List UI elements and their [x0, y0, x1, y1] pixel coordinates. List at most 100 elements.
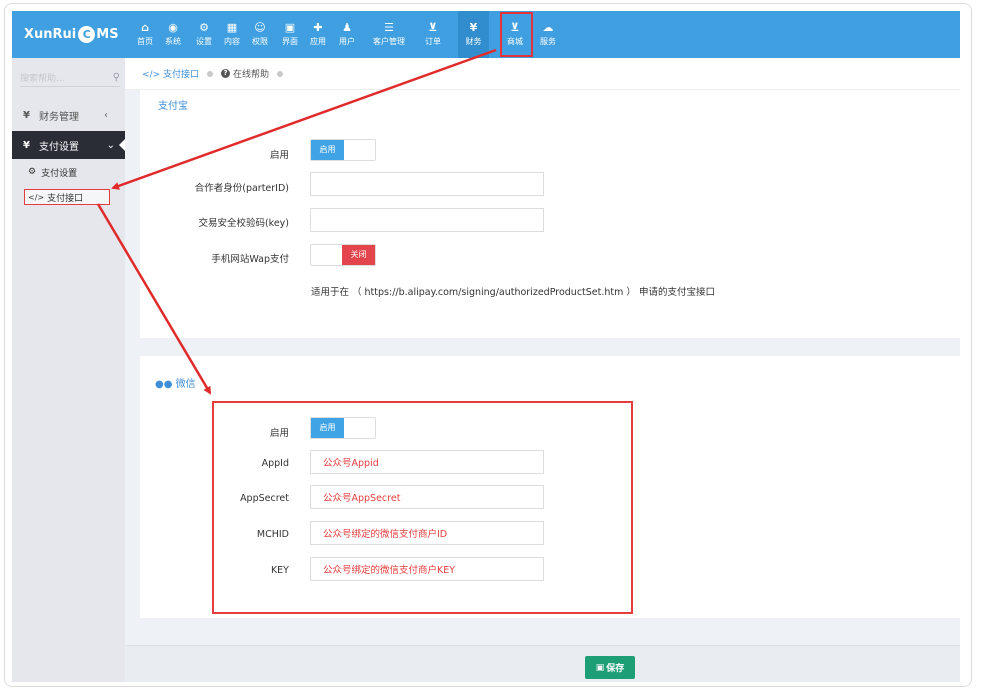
nav-item-label: 内容 [224, 37, 240, 46]
sidebar-search-input[interactable]: 搜索帮助... [20, 71, 65, 84]
nav-item-6[interactable]: ✚ 应用 [305, 11, 331, 58]
wechat-icon: ●● [155, 379, 173, 390]
chevron-left-icon: ‹ [104, 109, 108, 121]
top-navbar: XunRui C MS ⌂ 首页 ◉ 系统 ⚙ 设置 ▦ 内容 ☺ 权限 ▣ 界面 ✚ 应用 ♟ 用户 ☰ 客户管理 ⊻… [12, 11, 960, 58]
nav-item-7[interactable]: ♟ 用户 [334, 11, 360, 58]
save-button-label: 保存 [606, 664, 625, 674]
alipay-key-label: 交易安全校验码(key) [198, 218, 289, 229]
toggle-off-label: 关闭 [342, 245, 375, 265]
nav-item-label: 服务 [540, 37, 556, 46]
alipay-help-text: 适用于在 （ https://b.alipay.com/signing/auth… [311, 287, 715, 298]
breadcrumb-help-link[interactable]: 在线帮助 [233, 67, 269, 80]
cloud-icon: ☁ [542, 21, 554, 34]
wechat-secret-label: AppSecret [240, 493, 289, 504]
nav-item-12[interactable]: ☁ 服务 [535, 11, 561, 58]
nav-item-10[interactable]: ¥ 财务 [458, 11, 489, 58]
user-circle-icon: ☺ [254, 21, 266, 34]
wechat-secret-input[interactable]: 公众号AppSecret [310, 485, 544, 509]
nav-item-label: 首页 [137, 37, 153, 46]
logo-circle: C [78, 26, 96, 43]
nav-item-5[interactable]: ▣ 界面 [277, 11, 303, 58]
sidebar-item-finance[interactable]: ¥ 财务管理 ‹ [12, 102, 125, 128]
alipay-section-title: 支付宝 [158, 101, 188, 112]
save-icon: ▣ [595, 662, 605, 673]
alipay-panel [140, 90, 960, 338]
yen-icon: ¥ [23, 139, 30, 151]
puzzle-icon: ✚ [313, 21, 323, 34]
globe-icon: ◉ [168, 21, 178, 34]
nav-finance-highlight-box [500, 12, 533, 57]
wechat-title-text: 微信 [175, 379, 196, 390]
nav-item-label: 应用 [310, 37, 326, 46]
alipay-key-input[interactable] [310, 208, 544, 232]
sidebar-item-label: 财务管理 [38, 111, 79, 123]
grid-icon: ▦ [226, 21, 238, 34]
wechat-enable-label: 启用 [269, 428, 289, 439]
nav-item-2[interactable]: ⚙ 设置 [191, 11, 217, 58]
gear-icon: ⚙ [28, 167, 37, 177]
nav-item-label: 用户 [339, 37, 355, 46]
nav-item-label: 财务 [465, 37, 482, 46]
user-icon: ♟ [342, 21, 352, 34]
sidebar: 搜索帮助... ⚲ ¥ 财务管理 ‹ ¥ 支付设置 ⌄ ⚙ 支付设置 </> 支… [12, 58, 126, 682]
nav-item-3[interactable]: ▦ 内容 [219, 11, 245, 58]
alipay-enable-label: 启用 [269, 150, 289, 161]
wechat-enable-toggle[interactable]: 启用 [310, 417, 376, 439]
alipay-wap-toggle[interactable]: 关闭 [310, 244, 376, 266]
sidebar-subitem-payset[interactable]: ⚙ 支付设置 [12, 164, 125, 180]
alipay-enable-toggle[interactable]: 启用 [310, 139, 376, 161]
breadcrumb-current-label: 支付接口 [162, 70, 199, 80]
nav-item-1[interactable]: ◉ 系统 [160, 11, 186, 58]
panel-gap [125, 618, 960, 645]
wechat-key-label: KEY [270, 565, 289, 576]
sidebar-search[interactable]: 搜索帮助... ⚲ [20, 69, 120, 87]
sidebar-item-payset[interactable]: ¥ 支付设置 ⌄ [12, 131, 126, 159]
question-icon: ? [221, 69, 230, 78]
nav-item-label: 权限 [252, 37, 268, 46]
breadcrumb: </> 支付接口 ? 在线帮助 [125, 58, 960, 90]
nav-item-label: 设置 [196, 37, 212, 46]
nav-item-label: 客户管理 [373, 37, 405, 46]
wechat-mchid-label: MCHID [256, 529, 289, 540]
toggle-on-label: 启用 [311, 418, 344, 438]
form-footer [125, 645, 960, 682]
window-icon: ▣ [284, 21, 296, 34]
nav-item-label: 订单 [425, 37, 441, 46]
breadcrumb-dot [277, 70, 284, 77]
wechat-key-input[interactable]: 公众号绑定的微信支付商户KEY [310, 557, 544, 581]
sidebar-subitem-label: 支付设置 [41, 168, 78, 179]
wechat-section-title: ●● 微信 [155, 375, 196, 390]
nav-item-9[interactable]: ⊻ 订单 [420, 11, 446, 58]
logo[interactable]: XunRui C MS [24, 11, 119, 58]
toggle-on-label: 启用 [311, 140, 344, 160]
wechat-appid-input[interactable]: 公众号Appid [310, 450, 544, 474]
logo-text-left: XunRui [24, 27, 77, 42]
sidebar-subitem-label: 支付接口 [47, 193, 84, 204]
sidebar-item-label: 支付设置 [38, 141, 79, 153]
wechat-mchid-input[interactable]: 公众号绑定的微信支付商户ID [310, 521, 544, 545]
save-button[interactable]: ▣ 保存 [585, 656, 635, 679]
nav-item-4[interactable]: ☺ 权限 [247, 11, 273, 58]
yen-icon: ¥ [469, 21, 478, 34]
home-icon: ⌂ [141, 21, 149, 34]
gears-icon: ⚙ [199, 21, 209, 34]
nav-item-label: 系统 [165, 37, 181, 46]
wechat-appid-label: AppId [261, 458, 289, 469]
list-icon: ☰ [384, 21, 394, 34]
alipay-wap-label: 手机网站Wap支付 [211, 254, 289, 265]
search-icon[interactable]: ⚲ [113, 72, 120, 83]
yen-icon: ¥ [23, 109, 30, 121]
alipay-partner-input[interactable] [310, 172, 544, 196]
sidebar-subitem-payapi[interactable]: </> 支付接口 [24, 189, 110, 205]
nav-item-8[interactable]: ☰ 客户管理 [367, 11, 411, 58]
breadcrumb-dot [207, 70, 213, 77]
chevron-down-icon: ⌄ [106, 139, 115, 151]
nav-item-label: 界面 [282, 37, 298, 46]
breadcrumb-current[interactable]: </> 支付接口 [142, 67, 199, 80]
cart-icon: ⊻ [428, 21, 438, 34]
logo-text-right: MS [96, 27, 119, 42]
code-icon: </> [28, 192, 45, 202]
alipay-partner-label: 合作者身份(parterID) [194, 183, 289, 194]
nav-item-0[interactable]: ⌂ 首页 [132, 11, 158, 58]
panel-gap [125, 338, 960, 356]
